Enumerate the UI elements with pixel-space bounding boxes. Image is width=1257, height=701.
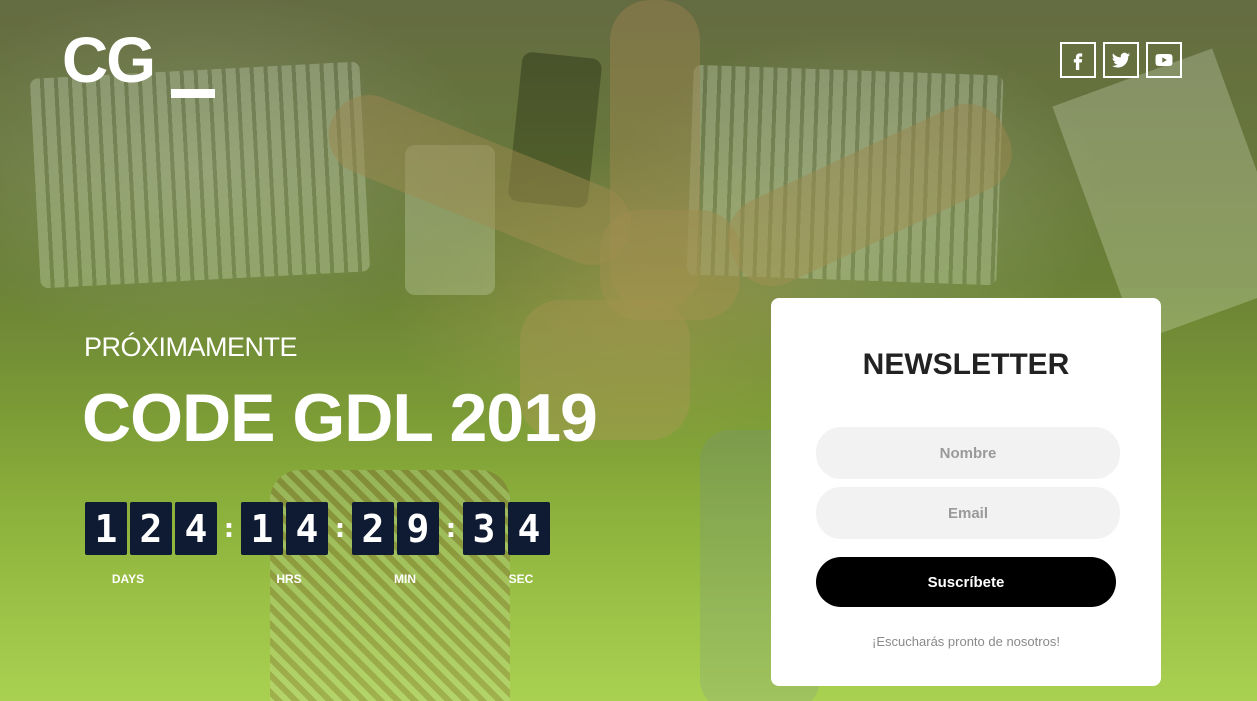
subscribe-button[interactable]: Suscríbete [816,557,1116,607]
countdown-digit: 2 [352,502,394,555]
countdown-digit: 1 [85,502,127,555]
coming-soon-subtitle: PRÓXIMAMENTE [84,332,298,362]
countdown-label-min: MIN [394,572,416,586]
countdown-separator: : [445,513,457,544]
countdown-digit: 1 [241,502,283,555]
countdown-digit: 4 [508,502,550,555]
newsletter-card: NEWSLETTER Suscríbete ¡Escucharás pronto… [771,298,1161,686]
name-input[interactable] [816,427,1120,479]
countdown-digit: 3 [463,502,505,555]
brand-logo[interactable]: CG [62,28,156,92]
event-title: CODE GDL 2019 [82,380,598,456]
newsletter-note: ¡Escucharás pronto de nosotros! [872,634,1060,649]
email-input[interactable] [816,487,1120,539]
logo-underscore [171,89,215,98]
countdown-label-hrs: HRS [276,572,302,586]
countdown-label-days: DAYS [111,572,145,586]
countdown-digit: 4 [175,502,217,555]
countdown-timer: 1 2 4 : 1 4 : 2 9 : 3 4 [85,502,553,555]
countdown-digit: 2 [130,502,172,555]
countdown-separator: : [223,513,235,544]
youtube-icon[interactable] [1146,42,1182,78]
countdown-digit: 4 [286,502,328,555]
twitter-icon[interactable] [1103,42,1139,78]
newsletter-title: NEWSLETTER [862,348,1070,381]
countdown-digit: 9 [397,502,439,555]
countdown-separator: : [334,513,346,544]
social-links [1060,42,1182,78]
countdown-label-sec: SEC [508,572,534,586]
facebook-icon[interactable] [1060,42,1096,78]
